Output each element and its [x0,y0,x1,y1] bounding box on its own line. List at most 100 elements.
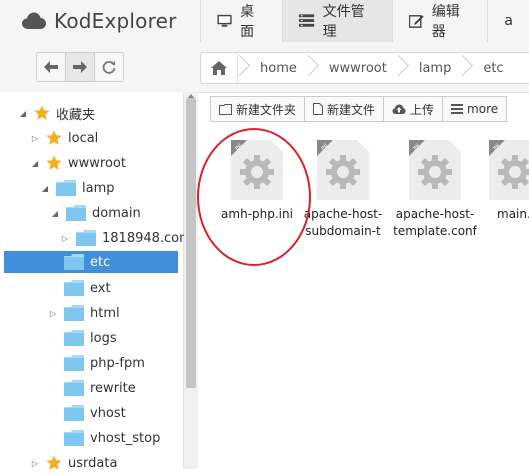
tree-item-logs[interactable]: logs [64,327,117,349]
list-icon [299,14,315,27]
tree-item-label: ext [90,280,111,296]
tree-item-1818948-com[interactable]: ▷ 1818948.com [60,227,192,249]
folder-icon [56,180,76,196]
tree-item-html[interactable]: ▷ html [48,302,120,324]
tree-item-local[interactable]: ▷ local [30,127,98,149]
upload-label: 上传 [410,102,435,117]
tree-item-label: etc [90,254,111,270]
annotation-circle [197,128,311,266]
star-icon [46,155,62,171]
file-item-apache-host-subdomain[interactable]: INI apache-host- subdomain-t [298,140,388,240]
scrollbar-thumb[interactable] [186,98,196,388]
file-name: main. [497,207,529,221]
new-file-button[interactable]: 新建文件 [304,96,384,122]
new-folder-button[interactable]: 新建文件夹 [210,96,305,122]
upload-button[interactable]: 上传 [383,96,443,122]
file-name: apache-host- template.conf [393,207,477,238]
tree-item-label: rewrite [90,380,136,396]
tree-item-rewrite[interactable]: rewrite [64,377,136,399]
caret-right-icon[interactable]: ▷ [48,308,58,318]
folder-icon [64,430,84,446]
settings-file-icon: INI [489,140,529,200]
upload-icon [392,104,406,114]
folder-icon [64,280,84,296]
caret-down-icon[interactable]: ◢ [18,108,28,118]
tree-item-favorites[interactable]: ◢ 收藏夹 [18,102,95,124]
folder-icon [66,205,86,221]
tree-item-label: wwwroot [68,155,126,171]
tree-item-label: vhost [90,405,126,421]
star-icon [34,105,50,121]
tree-item-etc[interactable]: etc [4,251,178,273]
folder-icon [64,405,84,421]
nav-editor-label: 编辑器 [431,4,460,40]
folder-icon [64,330,84,346]
menu-icon [451,104,464,114]
app-title: KodExplorer [54,9,177,33]
monitor-icon [217,14,232,27]
folder-icon [64,380,84,396]
nav-file-manager[interactable]: 文件管理 [282,0,392,42]
folder-icon [64,355,84,371]
top-bar: KodExplorer 桌面 文件管理 编辑器 a [0,0,529,43]
file-add-icon [313,103,324,115]
tree-item-vhost-stop[interactable]: vhost_stop [64,427,160,449]
cloud-icon [22,12,46,29]
folder-icon [64,305,84,321]
new-file-label: 新建文件 [327,102,376,117]
breadcrumb: home wwwroot lamp etc [200,52,529,84]
edit-icon [408,15,424,28]
caret-right-icon[interactable]: ▷ [30,458,40,468]
tree-item-ext[interactable]: ext [64,277,111,299]
sidebar-scrollbar[interactable] [184,92,198,469]
path-toolbar: home wwwroot lamp etc [0,42,529,93]
forward-button[interactable] [66,53,95,81]
breadcrumb-wwwroot[interactable]: wwwroot [307,53,397,83]
caret-right-icon[interactable]: ▷ [60,233,70,243]
tree-item-label: 收藏夹 [56,107,96,123]
breadcrumb-home-dir[interactable]: home [238,53,307,83]
settings-file-icon: INI [409,140,461,200]
settings-file-icon: INI [317,140,369,200]
file-actions: 新建文件夹 新建文件 上传 more [210,96,508,122]
caret-right-icon[interactable]: ▷ [30,133,40,143]
tree-item-label: lamp [82,180,115,196]
nav-desktop[interactable]: 桌面 [200,0,282,42]
home-icon [211,61,227,75]
file-item-apache-host-template[interactable]: INI apache-host- template.conf [390,140,480,240]
folder-tree: ◢ 收藏夹 ▷ local ◢ wwwroot ◢ lamp ◢ domain [0,92,192,471]
tree-item-lamp[interactable]: ◢ lamp [40,177,115,199]
tree-item-label: 1818948.com [102,230,192,246]
tree-item-php-fpm[interactable]: php-fpm [64,352,145,374]
more-label: more [467,102,499,116]
tree-item-usrdata[interactable]: ▷ usrdata [30,452,117,474]
nav-file-manager-label: 文件管理 [322,4,365,40]
tree-item-label: logs [90,330,117,346]
breadcrumb-lamp[interactable]: lamp [397,53,462,83]
nav-more-label: a [504,13,513,29]
app-logo[interactable]: KodExplorer [22,8,177,34]
folder-icon [76,230,96,246]
breadcrumb-etc[interactable]: etc [461,53,513,83]
refresh-button[interactable] [95,53,123,81]
arrow-left-icon [44,61,58,73]
tree-item-vhost[interactable]: vhost [64,402,126,424]
nav-more[interactable]: a [487,0,529,42]
tree-item-label: usrdata [68,455,118,471]
caret-down-icon[interactable]: ◢ [40,183,50,193]
more-button[interactable]: more [442,96,508,122]
arrow-right-icon [73,61,87,73]
main-nav: 桌面 文件管理 编辑器 a [200,0,529,42]
tree-item-label: vhost_stop [90,430,161,446]
tree-item-domain[interactable]: ◢ domain [50,202,141,224]
tree-item-wwwroot[interactable]: ◢ wwwroot [30,152,126,174]
new-folder-label: 新建文件夹 [236,102,297,117]
caret-down-icon[interactable]: ◢ [30,158,40,168]
back-button[interactable] [37,53,66,81]
nav-editor[interactable]: 编辑器 [391,0,488,42]
refresh-icon [102,61,116,74]
caret-down-icon[interactable]: ◢ [50,208,60,218]
file-item-main[interactable]: INI main. [481,140,529,223]
tree-item-label: local [68,130,99,146]
nav-desktop-label: 桌面 [240,4,255,40]
